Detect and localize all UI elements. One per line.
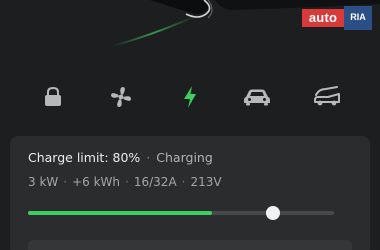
auto-ria-watermark: auto RIA [302, 6, 372, 30]
title-separator: · [146, 150, 151, 165]
voltage-stat: 213V [190, 175, 222, 189]
lock-icon [45, 86, 61, 106]
fan-icon [111, 87, 131, 107]
stats-separator: · [181, 175, 186, 189]
trunk-open-icon [314, 86, 340, 106]
charging-bolt-icon [184, 86, 196, 108]
lock-button[interactable] [36, 80, 70, 114]
watermark-ria-text: RIA [350, 12, 366, 22]
charging-status-label: Charging [156, 150, 213, 165]
stats-separator: · [63, 175, 68, 189]
charging-screen: auto RIA Charge limit: 80% · Charging 3 … [0, 0, 380, 250]
control-icon-row [0, 80, 380, 114]
climate-button[interactable] [104, 80, 138, 114]
charge-title-line: Charge limit: 80% · Charging [28, 150, 213, 166]
secondary-card [28, 240, 352, 250]
slider-thumb-charge-limit[interactable] [266, 206, 280, 220]
slider-fill-current-charge [28, 211, 212, 215]
watermark-auto-text: auto [302, 9, 344, 27]
trunk-button[interactable] [310, 80, 344, 114]
energy-added-stat: +6 kWh [72, 175, 121, 189]
stats-separator: · [125, 175, 129, 189]
car-icon [244, 89, 270, 106]
charging-panel: Charge limit: 80% · Charging 3 kW · +6 kWh · 1… [10, 136, 370, 250]
charge-limit-label: Charge limit: 80% [28, 150, 141, 165]
charging-button[interactable] [173, 80, 207, 114]
charge-limit-slider[interactable] [28, 206, 334, 220]
car-controls-button[interactable] [240, 80, 274, 114]
charging-power-stat: 3 kW [28, 175, 59, 189]
current-stat: 16/32A [133, 175, 177, 189]
charging-stats-line: 3 kW · +6 kWh · 16/32A · 213V [28, 174, 222, 190]
